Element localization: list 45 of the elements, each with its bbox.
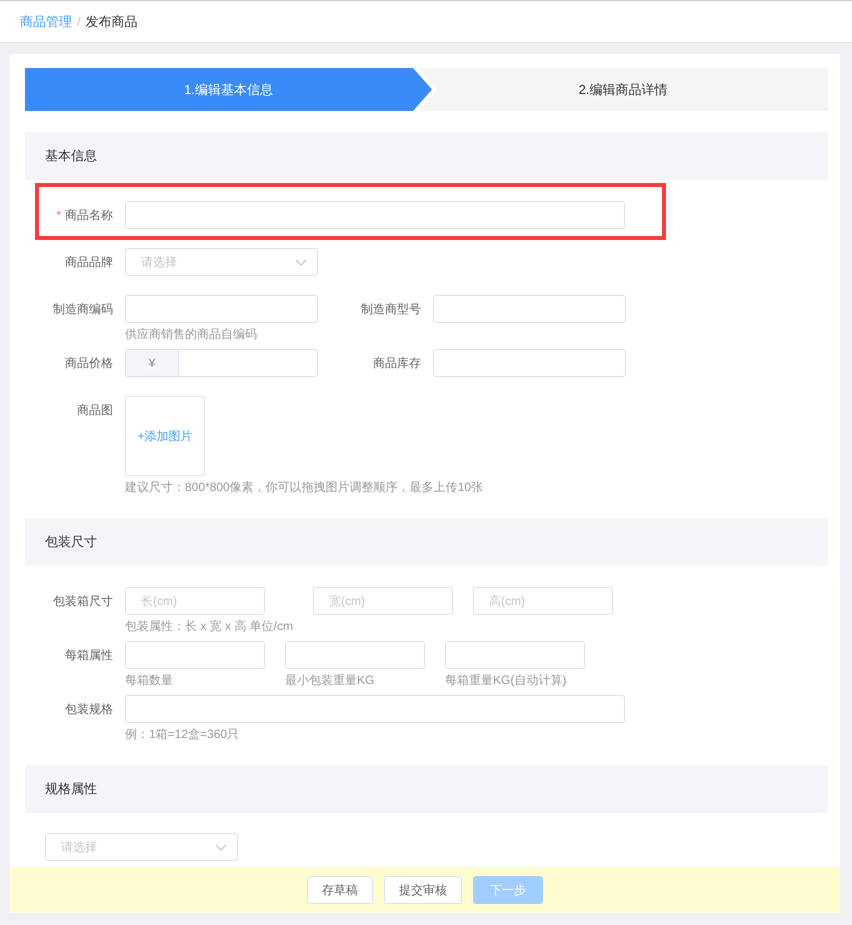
section-header: 基本信息 <box>25 132 828 180</box>
chevron-down-icon <box>295 258 307 266</box>
currency-prefix: ¥ <box>126 350 179 376</box>
select-dropdown[interactable]: 请选择 <box>125 248 318 276</box>
field-hint: 每箱数量 <box>125 672 173 689</box>
input-field[interactable] <box>125 295 318 323</box>
input-field[interactable] <box>433 349 626 377</box>
field-label: 商品品牌 <box>65 254 113 270</box>
field-label: 包装规格 <box>65 700 113 718</box>
image-upload-area[interactable]: +添加图片 <box>125 396 205 476</box>
section-header: 规格属性 <box>25 765 828 813</box>
breadcrumb-separator: / <box>77 14 80 28</box>
action-button[interactable]: 存草稿 <box>307 876 373 904</box>
step-tab[interactable]: 2.编辑商品详情 <box>418 68 828 111</box>
price-input-field[interactable]: ¥ <box>125 349 318 377</box>
input-field[interactable] <box>125 201 625 229</box>
field-hint: 供应商销售的商品自编码 <box>125 326 257 343</box>
field-label: * 商品名称 <box>56 206 113 224</box>
field-label: 每箱属性 <box>65 646 113 664</box>
field-hint: 每箱重量KG(自动计算) <box>445 672 566 689</box>
action-button[interactable]: 提交审核 <box>384 876 462 904</box>
breadcrumb-link[interactable]: 商品管理 <box>20 12 72 30</box>
input-field[interactable] <box>285 641 425 669</box>
chevron-down-icon <box>215 844 227 850</box>
step-tab[interactable]: 1.编辑基本信息 <box>25 68 432 111</box>
field-label: 商品库存 <box>373 354 421 372</box>
input-field[interactable] <box>445 641 585 669</box>
field-label: 包装箱尺寸 <box>53 592 113 610</box>
input-field[interactable]: 宽(cm) <box>313 587 453 615</box>
input-field[interactable] <box>125 695 625 723</box>
input-field[interactable]: 高(cm) <box>473 587 613 615</box>
field-label: 商品价格 <box>65 354 113 372</box>
field-hint: 例：1箱=12盒=360只 <box>125 726 240 743</box>
field-label: 制造商型号 <box>361 300 421 318</box>
select-dropdown[interactable]: 请选择 <box>45 833 238 861</box>
field-hint: 建议尺寸：800*800像素，你可以拖拽图片调整顺序，最多上传10张 <box>125 479 484 496</box>
section-header: 包装尺寸 <box>25 518 828 566</box>
input-field[interactable] <box>125 641 265 669</box>
field-hint: 包装属性：长 x 宽 x 高 单位/cm <box>125 618 293 635</box>
input-field[interactable] <box>433 295 626 323</box>
breadcrumb-current: 发布商品 <box>85 12 138 30</box>
field-label: 商品图 <box>77 402 113 418</box>
input-field[interactable]: 长(cm) <box>125 587 265 615</box>
field-hint: 最小包装重量KG <box>285 672 374 689</box>
field-label: 制造商编码 <box>53 300 113 318</box>
